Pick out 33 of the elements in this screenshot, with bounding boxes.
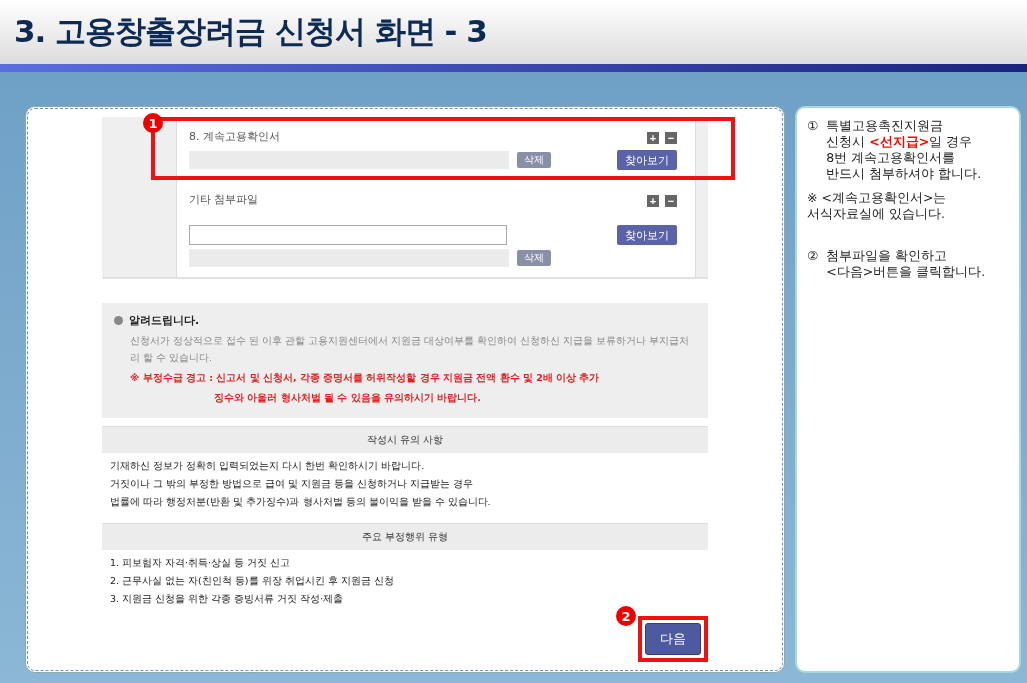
section-heading: 작성시 유의 사항: [102, 426, 708, 453]
note-number: ①: [807, 118, 819, 135]
file-input[interactable]: [189, 225, 507, 245]
section-text: 기재하신 정보가 정확히 입력되었는지 다시 한번 확인하시기 바랍니다.: [109, 459, 426, 473]
bullet-icon: [114, 316, 123, 325]
browse-button[interactable]: 찾아보기: [617, 150, 677, 170]
warning-text: ※ 부정수급 경고 : 신고서 및 신청서, 각종 증명서를 허위작성할 경우 지원금 전액 환수 및 2배 이상 추가: [129, 371, 601, 385]
callout-marker: 2: [616, 606, 636, 626]
section-text: 1. 피보험자 자격·취득·상실 등 거짓 신고: [109, 556, 292, 570]
note-text: ※ <계속고용확인서>는 서식자료실에 있습니다.: [807, 190, 947, 222]
notice-text: 신청서가 정상적으로 접수 된 이후 관할 고용지원센터에서 지원금 대상여부를 확인하여 신청하신 지급을 보류하거나 부지급처리 할 수 있습니다.: [130, 334, 691, 365]
section-text: 거짓이나 그 밖의 부정한 방법으로 급여 및 지원금 등을 신청하거나 지급받는 경우: [109, 477, 475, 491]
add-button[interactable]: +: [647, 195, 659, 207]
note-text: 첨부파일을 확인하고 <다음>버튼을 클릭합니다.: [826, 248, 986, 280]
section-heading: 주요 부정행위 유형: [102, 523, 708, 550]
callout-marker: 1: [143, 113, 163, 133]
note-number: ②: [807, 248, 819, 265]
remove-button[interactable]: −: [665, 195, 677, 207]
attachment-label: 기타 첨부파일: [189, 192, 259, 207]
attachment-label: 8. 계속고용확인서: [189, 129, 280, 144]
add-button[interactable]: +: [647, 132, 659, 144]
note-text: 특별고용촉진지원금 신청시 <선지급>일 경우 8번 계속고용확인서를 반드시 첨부하셔야 합니다.: [826, 118, 982, 182]
section-text: 2. 근무사실 없는 자(친인척 등)를 위장 취업시킨 후 지원금 신청: [109, 574, 395, 588]
delete-button[interactable]: 삭제: [517, 152, 551, 168]
section-text: 3. 지원금 신청을 위한 각종 증빙서류 거짓 작성·제출: [109, 592, 345, 606]
delete-button[interactable]: 삭제: [517, 250, 551, 266]
slide-title: 3. 고용창출장려금 신청서 화면 - 3: [14, 12, 487, 51]
section-text: 법률에 따라 행정처분(반환 및 추가징수)과 형사처벌 등의 불이익을 받을 수 있습니다.: [109, 495, 492, 509]
remove-button[interactable]: −: [665, 132, 677, 144]
notice-heading: 알려드립니다.: [129, 313, 200, 328]
next-button[interactable]: 다음: [645, 623, 701, 655]
browse-button[interactable]: 찾아보기: [617, 225, 677, 245]
warning-text: 징수와 아울러 형사처벌 될 수 있음을 유의하시기 바랍니다.: [213, 391, 482, 405]
